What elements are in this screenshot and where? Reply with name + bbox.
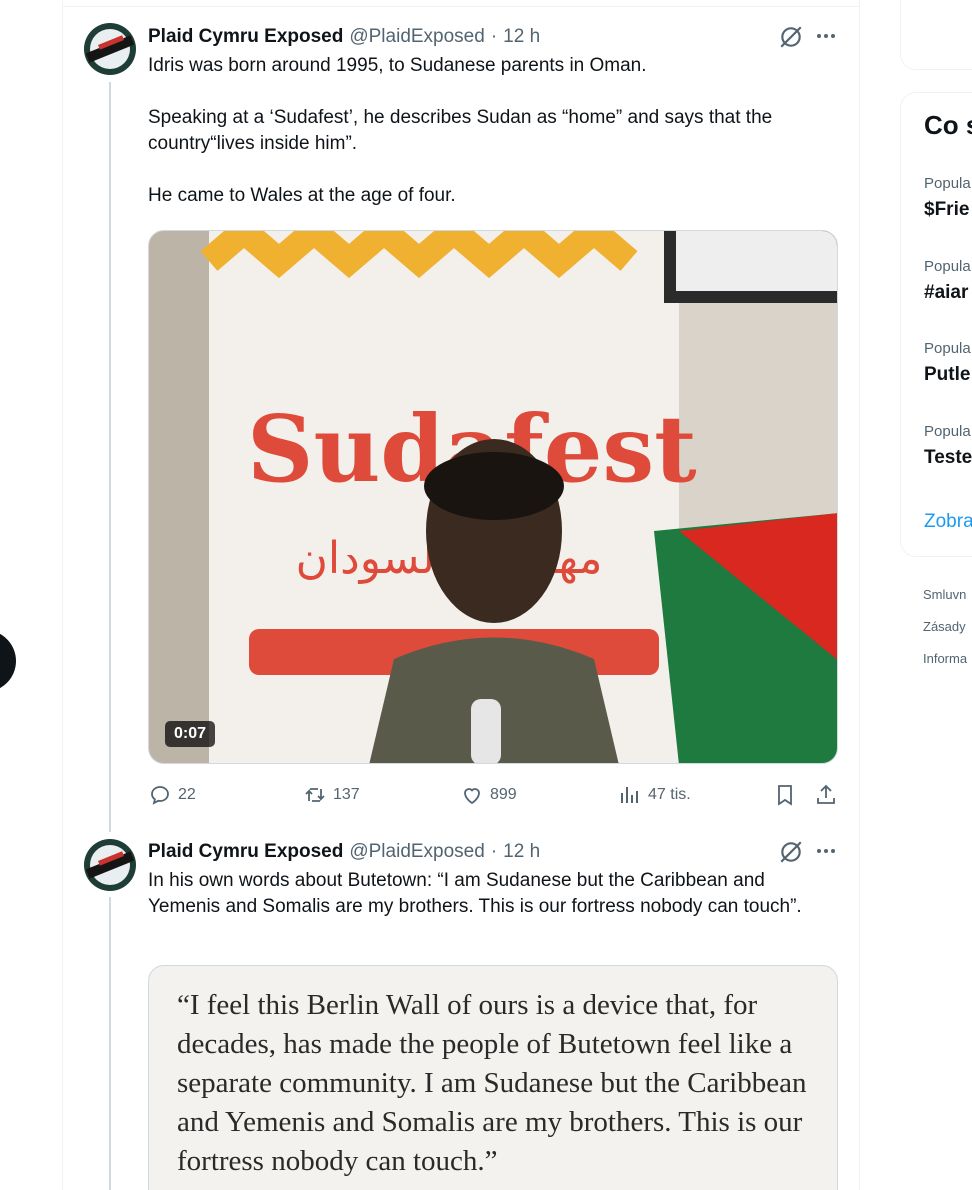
avatar[interactable] [84,839,136,891]
trends-card [900,92,972,557]
like-button[interactable]: 899 [460,780,517,810]
trend-item[interactable]: Teste [924,447,972,469]
video-frame: Sudafest مهرجان السودان [149,231,837,763]
more-options-icon[interactable] [814,839,838,863]
tweet-time[interactable]: 12 h [503,26,540,48]
repost-icon [305,788,325,802]
tweet-time[interactable]: 12 h [503,841,540,863]
tweet-paragraph: Idris was born around 1995, to Sudanese … [148,55,647,76]
tweet-header: Plaid Cymru Exposed @PlaidExposed · 12 h [148,25,540,49]
trend-item[interactable]: $Frie [924,199,969,221]
tweet-paragraph: In his own words about Butetown: “I am S… [148,870,802,917]
tweet-text: In his own words about Butetown: “I am S… [148,868,838,920]
repost-button[interactable]: 137 [303,780,360,810]
video-duration-badge: 0:07 [165,721,216,747]
grok-icon[interactable] [778,839,804,865]
trend-meta: Popula [924,258,971,275]
tweet-text: Idris was born around 1995, to Sudanese … [148,53,838,209]
trend-meta: Popula [924,175,971,192]
more-options-icon[interactable] [814,24,838,48]
trend-item[interactable]: Putle [924,364,970,386]
like-count: 899 [490,786,517,803]
tweet-paragraph: Speaking at a ‘Sudafest’, he describes S… [148,107,773,154]
author-name[interactable]: Plaid Cymru Exposed [148,26,343,48]
bookmark-button[interactable] [773,780,797,810]
avatar[interactable] [84,23,136,75]
trend-meta: Popula [924,423,971,440]
views-icon [621,787,638,803]
views-button[interactable]: 47 tis. [618,780,691,810]
heart-icon [464,788,480,805]
floating-button[interactable] [0,630,16,692]
share-icon [817,784,835,804]
separator-dot: · [490,26,498,47]
repost-count: 137 [333,786,360,803]
sidebar-card [900,0,972,70]
tweet-actions: 22 137 899 47 tis. [148,780,840,810]
quote-image-text: “I feel this Berlin Wall of ours is a de… [177,989,807,1177]
quote-image[interactable]: “I feel this Berlin Wall of ours is a de… [148,965,838,1190]
reply-icon [151,786,169,805]
trend-meta: Popula [924,340,971,357]
author-handle[interactable]: @PlaidExposed [349,26,484,48]
share-button[interactable] [814,780,838,810]
author-name[interactable]: Plaid Cymru Exposed [148,841,343,863]
show-more-link[interactable]: Zobra [924,511,972,533]
thread-connector-line [109,82,111,832]
trends-title: Co s [924,110,972,140]
bookmark-icon [778,785,792,806]
tweet-header: Plaid Cymru Exposed @PlaidExposed · 12 h [148,840,540,864]
reply-button[interactable]: 22 [148,780,196,810]
video-player[interactable]: Sudafest مهرجان السودان [148,230,838,764]
tweet-paragraph: He came to Wales at the age of four. [148,185,456,206]
separator-dot: · [490,841,498,862]
views-count: 47 tis. [648,786,691,803]
footer-link-privacy[interactable]: Zásady [923,619,966,634]
footer-link-terms[interactable]: Smluvn [923,587,966,602]
author-handle[interactable]: @PlaidExposed [349,841,484,863]
thread-connector-line [109,897,111,1190]
trend-item[interactable]: #aiar [924,282,968,304]
reply-count: 22 [178,786,196,803]
footer-link-info[interactable]: Informa [923,651,967,666]
grok-icon[interactable] [778,24,804,50]
